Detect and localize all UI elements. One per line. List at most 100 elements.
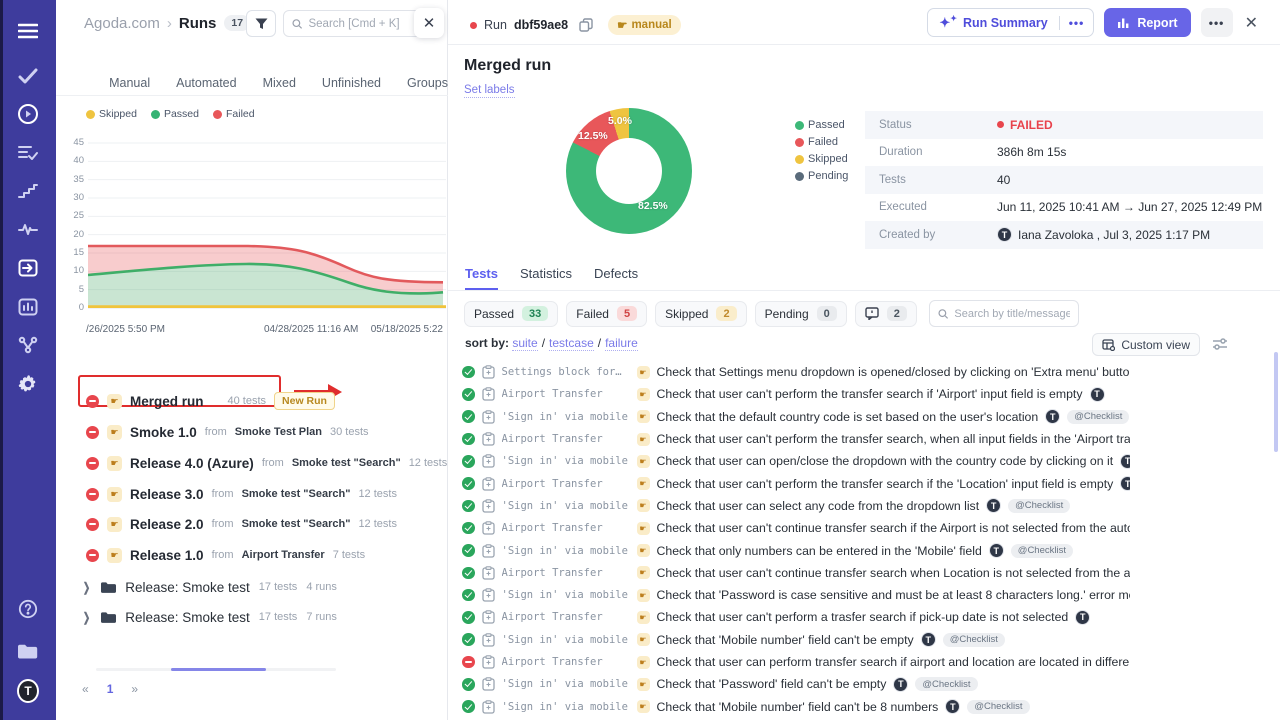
chip-skipped[interactable]: Skipped 2 <box>655 301 747 327</box>
test-suite-name: 'Sign in' via mobile <box>502 500 630 512</box>
group-tests-count: 17 tests <box>259 581 298 593</box>
tab-defects[interactable]: Defects <box>594 266 638 290</box>
sort-link-testcase[interactable]: testcase <box>549 336 594 351</box>
run-name: Smoke 1.0 <box>130 425 197 440</box>
donut-label-skipped: 5.0% <box>608 115 632 127</box>
report-button[interactable]: Report <box>1104 8 1190 37</box>
run-list-item[interactable]: ☛ Release 3.0 from Smoke test "Search" 1… <box>86 481 397 507</box>
area-chart-svg <box>88 140 446 312</box>
run-id: dbf59ae8 <box>514 18 568 32</box>
close-run-button[interactable]: ✕ <box>1243 13 1260 33</box>
chip-pending[interactable]: Pending 0 <box>755 301 847 327</box>
run-summary-more-button[interactable]: ••• <box>1059 16 1094 30</box>
run-list-item[interactable]: ☛ Release 4.0 (Azure) from Smoke test "S… <box>86 450 447 476</box>
manual-test-icon: ☛ <box>637 566 650 579</box>
test-row[interactable]: Airport Transfer ☛ Check that user can't… <box>462 383 1130 405</box>
panel-close-button[interactable]: ✕ <box>414 8 444 38</box>
test-row[interactable]: Airport Transfer ☛ Check that user can't… <box>462 517 1130 539</box>
run-group-item[interactable]: ❯ Release: Smoke test 17 tests 4 runs <box>82 574 337 600</box>
test-title: Check that 'Mobile number' field can't b… <box>657 700 939 714</box>
pagination-next[interactable]: » <box>131 682 138 696</box>
runs-tab-unfinished[interactable]: Unfinished <box>322 76 381 90</box>
test-row[interactable]: Airport Transfer ☛ Check that user can p… <box>462 651 1130 673</box>
sort-link-failure[interactable]: failure <box>605 336 638 351</box>
test-row[interactable]: 'Sign in' via mobile ☛ Check that 'Passw… <box>462 584 1130 606</box>
chip-count: 0 <box>817 306 837 321</box>
test-suite-name: 'Sign in' via mobile <box>502 701 630 713</box>
check-icon[interactable] <box>17 65 39 87</box>
test-row[interactable]: 'Sign in' via mobile ☛ Check that the de… <box>462 406 1130 428</box>
test-status-icon <box>462 522 475 535</box>
manual-test-icon: ☛ <box>637 656 650 669</box>
run-list-item[interactable]: ☛ Release 2.0 from Smoke test "Search" 1… <box>86 511 397 537</box>
run-list-item[interactable]: ☛ Merged run 40 tests New Run <box>86 388 335 414</box>
test-row[interactable]: Settings block for… ☛ Check that Setting… <box>462 361 1130 383</box>
breadcrumb-project[interactable]: Agoda.com <box>84 15 160 32</box>
chevron-right-icon[interactable]: ❯ <box>83 580 90 595</box>
failed-status-icon <box>86 549 99 562</box>
run-list-item[interactable]: ☛ Release 1.0 from Airport Transfer 7 te… <box>86 542 365 568</box>
tests-scrollbar-thumb[interactable] <box>1274 352 1278 452</box>
run-tests-count: 40 tests <box>228 395 267 407</box>
assignee-avatar: T <box>1090 387 1105 402</box>
set-labels-link[interactable]: Set labels <box>464 84 515 98</box>
test-suite-name: Airport Transfer <box>502 567 630 579</box>
test-status-icon <box>462 633 475 646</box>
test-row[interactable]: Airport Transfer ☛ Check that user can't… <box>462 428 1130 450</box>
run-list-item[interactable]: ☛ Smoke 1.0 from Smoke Test Plan 30 test… <box>86 419 369 445</box>
test-row[interactable]: Airport Transfer ☛ Check that user can't… <box>462 606 1130 628</box>
breadcrumb-section[interactable]: Runs <box>179 15 217 32</box>
info-label: Duration <box>865 146 997 158</box>
more-actions-button[interactable]: ••• <box>1201 8 1233 37</box>
test-row[interactable]: 'Sign in' via mobile ☛ Check that only n… <box>462 539 1130 561</box>
test-row[interactable]: 'Sign in' via mobile ☛ Check that 'Passw… <box>462 673 1130 695</box>
test-row[interactable]: Airport Transfer ☛ Check that user can't… <box>462 562 1130 584</box>
help-icon[interactable] <box>17 598 39 620</box>
avatar-t[interactable]: T <box>17 680 39 702</box>
pagination-prev[interactable]: « <box>82 682 89 696</box>
test-row[interactable]: 'Sign in' via mobile ☛ Check that 'Mobil… <box>462 695 1130 717</box>
view-settings-icon[interactable] <box>1212 337 1228 351</box>
pagination-current[interactable]: 1 <box>107 682 114 696</box>
runs-search[interactable] <box>283 10 431 37</box>
folder-icon[interactable] <box>17 640 39 662</box>
runs-scrollbar-thumb[interactable] <box>171 668 266 671</box>
gear-icon[interactable] <box>17 373 39 395</box>
test-row[interactable]: 'Sign in' via mobile ☛ Check that 'Mobil… <box>462 629 1130 651</box>
comment-filter-chip[interactable]: 2 <box>855 301 917 327</box>
chevron-right-icon[interactable]: ❯ <box>83 610 90 625</box>
test-row[interactable]: 'Sign in' via mobile ☛ Check that user c… <box>462 450 1130 472</box>
test-title: Check that user can't continue transfer … <box>657 521 1131 535</box>
runs-search-input[interactable] <box>308 18 422 30</box>
runs-tab-automated[interactable]: Automated <box>176 76 236 90</box>
runs-panel: Agoda.com›Runs17 ✕ ManualAutomatedMixedU… <box>56 0 448 720</box>
run-group-item[interactable]: ❯ Release: Smoke test 17 tests 7 runs <box>82 604 337 630</box>
test-row[interactable]: 'Sign in' via mobile ☛ Check that user c… <box>462 495 1130 517</box>
testcase-icon <box>482 454 495 468</box>
runs-tab-groups[interactable]: Groups <box>407 76 448 90</box>
branch-icon[interactable] <box>17 334 39 356</box>
tests-search-input[interactable] <box>954 308 1070 320</box>
tab-statistics[interactable]: Statistics <box>520 266 572 290</box>
runs-tab-manual[interactable]: Manual <box>109 76 150 90</box>
menu-icon[interactable] <box>17 20 39 42</box>
custom-view-button[interactable]: Custom view <box>1092 333 1200 356</box>
run-summary-button[interactable]: ✦✦Run Summary ••• <box>927 8 1094 37</box>
x-axis-tick: /26/2025 5:50 PM <box>86 324 165 335</box>
play-circle-icon[interactable] <box>17 103 39 125</box>
testcase-icon <box>482 410 495 424</box>
testcase-icon <box>482 499 495 513</box>
chip-passed[interactable]: Passed 33 <box>464 301 558 327</box>
run-plan-name: Smoke test "Search" <box>242 518 351 530</box>
test-tag: @Checklist <box>1067 410 1129 424</box>
tests-search[interactable] <box>929 300 1079 327</box>
test-title: Check that 'Mobile number' field can't b… <box>657 633 914 647</box>
run-detail-topbar: Run dbf59ae8 ☛manual ✦✦Run Summary ••• R… <box>448 0 1280 45</box>
tab-tests[interactable]: Tests <box>465 266 498 290</box>
sort-link-suite[interactable]: suite <box>512 336 537 351</box>
test-row[interactable]: Airport Transfer ☛ Check that user can't… <box>462 472 1130 494</box>
filter-button[interactable] <box>246 10 276 37</box>
runs-tab-mixed[interactable]: Mixed <box>263 76 296 90</box>
chip-failed[interactable]: Failed 5 <box>566 301 647 327</box>
copy-icon[interactable] <box>579 18 593 32</box>
